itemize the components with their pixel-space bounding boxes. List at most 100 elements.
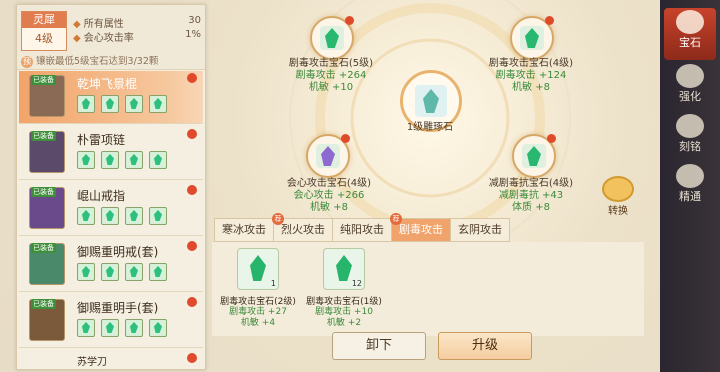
recommend-badge: 荐 [390,213,402,225]
fire-icon [187,73,197,83]
rank-level: 4级 [35,32,53,45]
equipment-item[interactable]: 已装备 朴雷项链 [19,127,203,180]
carving-stone-icon [415,85,447,117]
gem-card[interactable]: 1 剧毒攻击宝石(2级) 剧毒攻击 +27 机敏 +4 [216,248,300,334]
gem-name: 会心攻击宝石(4级) [286,178,372,189]
notification-dot [547,134,556,143]
gem-icon [125,263,143,281]
gem-stat: 机敏 +10 [308,82,354,93]
equipped-badge: 已装备 [31,75,56,85]
gem-icon [101,263,119,281]
nav-item-engrave[interactable]: 刻铭 [664,112,716,164]
equipment-name: 朴雷项链 [77,133,126,147]
nav-item-mastery[interactable]: 精通 [664,162,716,214]
equipment-name: 苏学刀 [77,357,107,368]
equipped-badge: 已装备 [31,187,56,197]
preview-badge: 预 [21,56,33,68]
gem-stat: 体质 +8 [512,202,550,213]
tab-label: 烈火攻击 [281,223,325,236]
gem-icon [125,207,143,225]
equipment-name: 崐山戒指 [77,189,126,203]
gem-card-stat: 剧毒攻击 +27 [229,307,287,317]
gem-slot-top-right[interactable] [510,16,554,60]
equipment-item[interactable]: 苏学刀 [19,351,203,369]
gem-icon [520,26,544,50]
center-slot-label: 1级雕琢石 [406,122,454,133]
gem-icon [77,263,95,281]
gem-icon [149,319,167,337]
equipped-badge: 已装备 [31,131,56,141]
gem-icon [77,95,95,113]
gem-icon: 1 [237,248,279,290]
nav-item-enhance[interactable]: 强化 [664,62,716,114]
gem-stat: 机敏 +8 [512,82,550,93]
tab-label: 剧毒攻击 [399,223,443,236]
gem-count: 12 [351,279,362,288]
gem-stat: 剧毒攻击 +124 [495,70,567,81]
gem-icon [125,151,143,169]
gem-card[interactable]: 12 剧毒攻击宝石(1级) 剧毒攻击 +10 机敏 +2 [302,248,386,334]
rank-title: 灵犀 [22,12,66,28]
gem-slot-bottom-left[interactable] [306,134,350,178]
stat-value: 30 [188,15,201,26]
gem-slots [77,319,167,337]
gem-slot-top-left[interactable] [310,16,354,60]
gem-slots [77,263,167,281]
tab-yang-attack[interactable]: 纯阳攻击 [332,218,392,242]
equipment-item[interactable]: 已装备 崐山戒指 [19,183,203,236]
gem-count: 1 [270,279,276,288]
gem-icon: 12 [323,248,365,290]
equipment-item[interactable]: 已装备 乾坤飞景棍 [19,71,203,124]
right-nav: 宝石 强化 刻铭 精通 [660,0,720,372]
gem-slot-label: 剧毒攻击宝石(4级) 剧毒攻击 +124 机敏 +8 [476,58,586,94]
rank-box: 灵犀 4级 [21,11,67,51]
stat-line: ◆ 所有属性 30 [73,15,201,30]
tab-ice-attack[interactable]: 寒冰攻击 [214,218,274,242]
mastery-icon [676,164,704,188]
fire-icon [187,353,197,363]
set-note-text: 镶嵌最低5级宝石达到3/32颗 [36,56,159,67]
gem-slots [77,151,167,169]
upgrade-button[interactable]: 升级 [438,332,532,360]
gem-icon [320,26,344,50]
notification-dot [545,16,554,25]
unequip-button[interactable]: 卸下 [332,332,426,360]
gem-icon [77,319,95,337]
tab-poison-attack[interactable]: 荐剧毒攻击 [390,213,451,242]
equipment-item[interactable]: 已装备 御赐重明手(套) [19,295,203,348]
gem-slots [77,95,167,113]
gem-stat: 剧毒攻击 +264 [295,70,367,81]
gem-icon [316,144,340,168]
tab-yin-attack[interactable]: 玄阴攻击 [450,218,510,242]
gem-icon [101,95,119,113]
gem-card-stat: 剧毒攻击 +10 [315,307,373,317]
tab-label: 玄阴攻击 [458,223,502,236]
recommend-badge: 荐 [272,213,284,225]
nav-item-gem[interactable]: 宝石 [664,8,716,60]
gem-card-stat: 机敏 +4 [240,318,276,328]
gem-icon [522,144,546,168]
gem-icon [149,151,167,169]
fire-icon [187,185,197,195]
gem-name: 减剧毒抗宝石(4级) [488,178,574,189]
gem-name: 剧毒攻击宝石(4级) [488,58,574,69]
swap-label: 转换 [608,206,628,217]
gem-icon [125,319,143,337]
gem-slots [77,207,167,225]
gem-slot-label: 减剧毒抗宝石(4级) 减剧毒抗 +43 体质 +8 [476,178,586,214]
equipment-item[interactable]: 已装备 御赐重明戒(套) [19,239,203,292]
gem-type-tabs: 寒冰攻击 荐烈火攻击 纯阳攻击 荐剧毒攻击 玄阴攻击 [214,213,510,242]
nav-label: 宝石 [679,36,701,49]
swap-icon [602,176,634,202]
gem-slot-bottom-right[interactable] [512,134,556,178]
nav-label: 精通 [679,190,701,203]
gem-inventory: 1 剧毒攻击宝石(2级) 剧毒攻击 +27 机敏 +4 12 剧毒攻击宝石(1级… [212,242,644,336]
gem-icon [77,207,95,225]
tab-fire-attack[interactable]: 荐烈火攻击 [272,213,333,242]
gem-slot-label: 剧毒攻击宝石(5级) 剧毒攻击 +264 机敏 +10 [276,58,386,94]
gem-card-name: 剧毒攻击宝石(2级) [220,297,296,307]
swap-button[interactable]: 转换 [600,176,636,217]
gem-icon [149,263,167,281]
gem-stat: 减剧毒抗 +43 [498,190,564,201]
equipment-name: 乾坤飞景棍 [77,77,138,91]
